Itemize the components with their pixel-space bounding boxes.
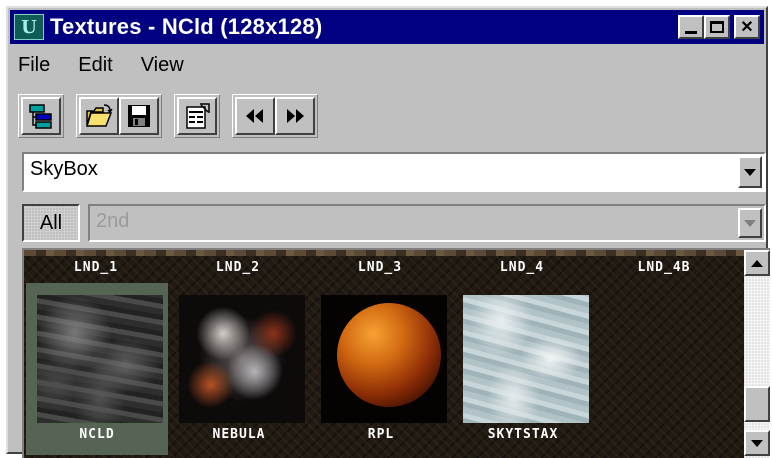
secondary-filter-value: 2nd <box>96 210 130 232</box>
texture-tile-nebula[interactable]: NEBULA <box>168 283 310 455</box>
texture-name: SKYTSTAX <box>487 427 559 442</box>
texture-tile-rpl[interactable]: RPL <box>310 283 452 455</box>
tree-view-icon <box>29 104 52 129</box>
toolbar <box>18 94 330 138</box>
texture-thumbnail <box>321 295 447 423</box>
previous-row-thumbnails <box>24 250 746 256</box>
scroll-down-button[interactable] <box>744 430 770 456</box>
toolbar-group-properties <box>174 94 220 138</box>
texture-set-value: SkyBox <box>30 158 98 180</box>
previous-button[interactable] <box>235 97 275 135</box>
open-button[interactable] <box>79 97 119 135</box>
arrow-down-icon <box>751 439 763 447</box>
properties-icon <box>186 103 210 129</box>
properties-button[interactable] <box>177 97 217 135</box>
window-title: Textures - NCld (128x128) <box>50 14 323 39</box>
all-label: All <box>39 211 63 234</box>
texture-thumbnail <box>37 295 163 423</box>
close-button[interactable]: ✕ <box>734 15 760 39</box>
row-label[interactable]: LND_4B <box>594 260 734 275</box>
minimize-button[interactable] <box>678 15 704 39</box>
menu-view-label: View <box>140 54 184 76</box>
next-button[interactable] <box>275 97 315 135</box>
maximize-button[interactable] <box>704 15 730 39</box>
texture-name: RPL <box>367 427 395 442</box>
app-icon[interactable]: U <box>14 14 44 40</box>
window-controls: ✕ <box>678 15 760 39</box>
vertical-scrollbar[interactable] <box>744 250 770 458</box>
textures-window: U Textures - NCld (128x128) ✕ File Edit … <box>6 6 770 458</box>
texture-grid[interactable]: LND_1 LND_2 LND_3 LND_4 LND_4B NCLD NEBU… <box>24 250 746 458</box>
scrollbar-thumb[interactable] <box>744 386 770 422</box>
texture-tile-ncld[interactable]: NCLD <box>26 283 168 455</box>
minimize-icon <box>685 30 697 34</box>
texture-name: NCLD <box>79 427 115 442</box>
row-label[interactable]: LND_1 <box>26 260 166 275</box>
menu-view[interactable]: View <box>139 54 186 77</box>
previous-icon <box>246 109 263 123</box>
maximize-icon <box>710 21 724 33</box>
menu-file[interactable]: File <box>16 54 52 77</box>
save-icon <box>128 105 150 127</box>
all-toggle-button[interactable]: All <box>22 204 80 242</box>
texture-thumbnail <box>463 295 589 423</box>
row-label[interactable]: LND_3 <box>310 260 450 275</box>
chevron-down-icon <box>744 168 756 176</box>
texture-set-dropdown-button[interactable] <box>738 156 762 188</box>
toolbar-group-navigation <box>232 94 318 138</box>
secondary-filter-dropdown-button[interactable] <box>738 208 762 238</box>
open-folder-icon <box>85 104 113 127</box>
arrow-up-icon <box>751 259 763 267</box>
close-icon: ✕ <box>740 19 754 36</box>
filter-row: All 2nd <box>22 204 766 242</box>
texture-thumbnail <box>179 295 305 423</box>
chevron-down-icon <box>744 219 756 227</box>
planet-image <box>337 303 441 407</box>
menu-edit[interactable]: Edit <box>76 54 114 77</box>
toolbar-group-browse <box>18 94 64 138</box>
secondary-filter-select[interactable]: 2nd <box>88 204 766 242</box>
title-bar[interactable]: U Textures - NCld (128x128) ✕ <box>10 10 764 44</box>
menu-edit-label: Edit <box>78 54 113 76</box>
texture-browser: LND_1 LND_2 LND_3 LND_4 LND_4B NCLD NEBU… <box>22 248 770 458</box>
texture-name: NEBULA <box>212 427 266 442</box>
menu-file-label: File <box>18 54 51 76</box>
tree-view-button[interactable] <box>21 97 61 135</box>
save-button[interactable] <box>119 97 159 135</box>
row-label[interactable]: LND_2 <box>168 260 308 275</box>
texture-tile-skytstax[interactable]: SKYTSTAX <box>452 283 594 455</box>
toolbar-group-file <box>76 94 162 138</box>
next-icon <box>287 109 304 123</box>
texture-set-select[interactable]: SkyBox <box>22 152 766 192</box>
scroll-up-button[interactable] <box>744 250 770 276</box>
row-label[interactable]: LND_4 <box>452 260 592 275</box>
menu-bar: File Edit View <box>16 54 210 77</box>
